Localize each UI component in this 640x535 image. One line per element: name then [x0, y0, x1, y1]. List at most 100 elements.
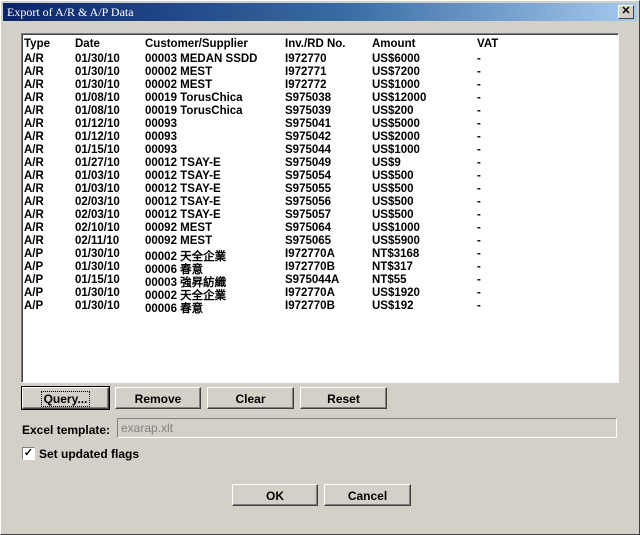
- cell-type: A/P: [24, 261, 44, 273]
- cell-amount: US$500: [372, 183, 414, 195]
- cell-vat: -: [477, 118, 481, 130]
- cancel-button[interactable]: Cancel: [324, 484, 411, 506]
- cell-customer-supplier: 00012 TSAY-E: [145, 170, 221, 182]
- cell-date: 01/30/10: [75, 79, 120, 91]
- cell-invoice-no: I972770: [285, 53, 327, 65]
- cell-invoice-no: S975057: [285, 209, 332, 221]
- cell-vat: -: [477, 261, 481, 273]
- cell-invoice-no: S975044A: [285, 274, 340, 286]
- window-title: Export of A/R & A/P Data: [7, 5, 134, 19]
- cell-amount: US$1000: [372, 79, 420, 91]
- cell-amount: US$12000: [372, 92, 427, 104]
- cancel-button-label: Cancel: [347, 489, 388, 503]
- cell-amount: US$500: [372, 170, 414, 182]
- cell-date: 01/30/10: [75, 248, 120, 260]
- column-header-invoice-no[interactable]: Inv./RD No.: [285, 38, 345, 50]
- query-button[interactable]: Query...: [21, 386, 110, 410]
- cell-vat: -: [477, 144, 481, 156]
- cell-vat: -: [477, 300, 481, 312]
- cell-vat: -: [477, 287, 481, 299]
- cell-customer-supplier: 00093: [145, 118, 177, 130]
- cell-vat: -: [477, 131, 481, 143]
- title-bar[interactable]: Export of A/R & A/P Data ✕: [3, 3, 637, 21]
- cell-invoice-no: S975039: [285, 105, 332, 117]
- cell-type: A/R: [24, 92, 44, 104]
- cell-invoice-no: I972770A: [285, 287, 335, 299]
- cell-invoice-no: S975049: [285, 157, 332, 169]
- cell-amount: US$9: [372, 157, 401, 169]
- excel-template-label: Excel template:: [22, 423, 111, 437]
- cell-customer-supplier: 00002 MEST: [145, 66, 213, 78]
- cell-vat: -: [477, 248, 481, 260]
- cell-vat: -: [477, 53, 481, 65]
- cell-customer-supplier: 00012 TSAY-E: [145, 183, 221, 195]
- cell-type: A/P: [24, 300, 44, 312]
- cell-customer-supplier: 00012 TSAY-E: [145, 157, 221, 169]
- cell-vat: -: [477, 209, 481, 221]
- close-icon: ✕: [621, 5, 631, 17]
- reset-button[interactable]: Reset: [300, 387, 387, 409]
- cell-amount: US$1000: [372, 222, 420, 234]
- cell-date: 01/30/10: [75, 287, 120, 299]
- cell-amount: NT$317: [372, 261, 413, 273]
- remove-button-label: Remove: [134, 392, 182, 406]
- cell-vat: -: [477, 79, 481, 91]
- remove-button[interactable]: Remove: [115, 387, 201, 409]
- cell-type: A/R: [24, 235, 44, 247]
- column-header-amount[interactable]: Amount: [372, 38, 415, 50]
- cell-customer-supplier: 00093: [145, 131, 177, 143]
- cell-date: 01/12/10: [75, 118, 120, 130]
- cell-invoice-no: S975055: [285, 183, 332, 195]
- cell-date: 01/30/10: [75, 53, 120, 65]
- cell-customer-supplier: 00092 MEST: [145, 235, 213, 247]
- excel-template-input[interactable]: exarap.xlt: [117, 418, 617, 438]
- cell-vat: -: [477, 105, 481, 117]
- cell-date: 01/15/10: [75, 144, 120, 156]
- cell-vat: -: [477, 157, 481, 169]
- cell-amount: US$500: [372, 196, 414, 208]
- cell-invoice-no: I972772: [285, 79, 327, 91]
- cell-amount: NT$55: [372, 274, 407, 286]
- cell-vat: -: [477, 274, 481, 286]
- cell-date: 01/03/10: [75, 183, 120, 195]
- close-button[interactable]: ✕: [618, 5, 634, 19]
- cell-customer-supplier: 00012 TSAY-E: [145, 209, 221, 221]
- cell-type: A/P: [24, 274, 44, 286]
- ok-button[interactable]: OK: [232, 484, 318, 506]
- column-header-type[interactable]: Type: [24, 38, 50, 50]
- cell-customer-supplier: 00093: [145, 144, 177, 156]
- set-updated-flags-checkbox[interactable]: ✓: [22, 447, 35, 460]
- ok-button-label: OK: [266, 489, 284, 503]
- cell-invoice-no: S975044: [285, 144, 332, 156]
- cell-date: 01/12/10: [75, 131, 120, 143]
- cell-type: A/P: [24, 287, 44, 299]
- cell-customer-supplier: 00006 春意: [145, 303, 204, 315]
- cell-invoice-no: S975056: [285, 196, 332, 208]
- cell-date: 01/27/10: [75, 157, 120, 169]
- cell-invoice-no: S975064: [285, 222, 332, 234]
- column-header-vat[interactable]: VAT: [477, 38, 498, 50]
- reset-button-label: Reset: [327, 392, 360, 406]
- set-updated-flags-label[interactable]: Set updated flags: [39, 447, 139, 461]
- data-list[interactable]: Type Date Customer/Supplier Inv./RD No. …: [21, 33, 619, 383]
- cell-type: A/R: [24, 144, 44, 156]
- cell-type: A/R: [24, 53, 44, 65]
- column-header-date[interactable]: Date: [75, 38, 100, 50]
- cell-customer-supplier: 00019 TorusChica: [145, 105, 243, 117]
- column-header-customer-supplier[interactable]: Customer/Supplier: [145, 38, 248, 50]
- cell-invoice-no: S975054: [285, 170, 332, 182]
- cell-date: 01/15/10: [75, 274, 120, 286]
- cell-amount: US$2000: [372, 131, 420, 143]
- cell-vat: -: [477, 66, 481, 78]
- checkmark-icon: ✓: [23, 447, 34, 459]
- cell-amount: US$192: [372, 300, 414, 312]
- cell-amount: US$5000: [372, 118, 420, 130]
- clear-button[interactable]: Clear: [207, 387, 294, 409]
- cell-date: 01/08/10: [75, 105, 120, 117]
- cell-date: 01/30/10: [75, 300, 120, 312]
- cell-date: 01/03/10: [75, 170, 120, 182]
- cell-amount: US$500: [372, 209, 414, 221]
- cell-type: A/R: [24, 157, 44, 169]
- cell-invoice-no: I972770B: [285, 300, 335, 312]
- cell-date: 02/03/10: [75, 209, 120, 221]
